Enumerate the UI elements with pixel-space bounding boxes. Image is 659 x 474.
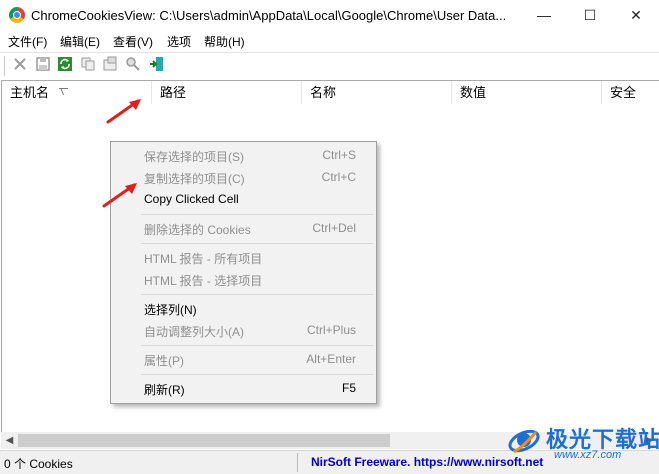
maximize-button[interactable]: ☐	[567, 0, 613, 30]
toolbar	[0, 52, 659, 79]
menu-help[interactable]: 帮助(H)	[204, 33, 245, 50]
menu-item-shortcut: F5	[341, 381, 356, 395]
menu-item-shortcut: Ctrl+C	[321, 170, 356, 184]
menu-item-label: 刷新(R)	[144, 383, 185, 397]
xz7-logo-icon	[508, 429, 540, 454]
menu-item-label: 属性(P)	[144, 354, 184, 368]
delete-icon[interactable]	[11, 56, 29, 74]
column-header-label: 主机名	[10, 85, 50, 100]
menu-separator	[141, 374, 373, 375]
menu-item-save-selected[interactable]: 保存选择的项目(S) Ctrl+S	[111, 144, 376, 166]
menu-item-label: HTML 报告 - 所有项目	[144, 252, 263, 266]
copy-icon[interactable]	[79, 56, 97, 74]
menu-item-refresh[interactable]: 刷新(R) F5	[111, 377, 376, 399]
column-header-label: 路径	[160, 85, 187, 100]
chrome-app-icon	[9, 7, 25, 23]
menu-item-label: 选择列(N)	[144, 303, 197, 317]
menu-item-auto-size-columns[interactable]: 自动调整列大小(A) Ctrl+Plus	[111, 319, 376, 341]
menu-bar: 文件(F) 编辑(E) 查看(V) 选项 帮助(H)	[0, 30, 659, 51]
menu-item-label: HTML 报告 - 选择项目	[144, 274, 263, 288]
menu-file[interactable]: 文件(F)	[8, 33, 47, 50]
menu-edit[interactable]: 编辑(E)	[60, 33, 100, 50]
menu-view[interactable]: 查看(V)	[113, 33, 153, 50]
window-title: ChromeCookiesView: C:\Users\admin\AppDat…	[31, 8, 507, 23]
menu-item-shortcut: Ctrl+Del	[312, 221, 356, 235]
exit-icon[interactable]	[148, 56, 166, 74]
menu-item-label: Copy Clicked Cell	[144, 192, 239, 206]
menu-item-copy-selected[interactable]: 复制选择的项目(C) Ctrl+C	[111, 166, 376, 188]
refresh-icon[interactable]	[56, 56, 74, 74]
save-icon[interactable]	[34, 56, 52, 74]
annotation-arrow-icon	[106, 99, 141, 124]
column-header-secure[interactable]: 安全	[602, 81, 659, 104]
menu-item-delete-cookies[interactable]: 删除选择的 Cookies Ctrl+Del	[111, 217, 376, 239]
menu-item-shortcut: Ctrl+S	[322, 148, 356, 162]
scroll-left-icon[interactable]: ◀	[1, 432, 18, 449]
minimize-button[interactable]: —	[521, 0, 567, 30]
menu-separator	[141, 214, 373, 215]
menu-separator	[141, 294, 373, 295]
watermark: 极光下载站 www.xz7.com	[506, 420, 659, 464]
column-header-value[interactable]: 数值	[452, 81, 602, 104]
menu-item-choose-columns[interactable]: 选择列(N)	[111, 297, 376, 319]
column-header-name[interactable]: 名称	[302, 81, 452, 104]
scroll-thumb[interactable]	[18, 434, 390, 447]
title-bar: ChromeCookiesView: C:\Users\admin\AppDat…	[0, 0, 659, 30]
menu-item-shortcut: Ctrl+Plus	[306, 323, 356, 337]
find-icon[interactable]	[124, 56, 142, 74]
column-header-label: 名称	[310, 85, 337, 100]
watermark-url: www.xz7.com	[554, 449, 622, 461]
column-header-label: 安全	[610, 85, 637, 100]
menu-item-copy-clicked-cell[interactable]: Copy Clicked Cell	[111, 188, 376, 210]
column-header-path[interactable]: 路径	[152, 81, 302, 104]
menu-item-shortcut: Alt+Enter	[306, 352, 356, 366]
menu-item-properties[interactable]: 属性(P) Alt+Enter	[111, 348, 376, 370]
properties-icon[interactable]	[101, 56, 119, 74]
menu-separator	[141, 345, 373, 346]
menu-item-html-report-all[interactable]: HTML 报告 - 所有项目	[111, 246, 376, 268]
menu-separator	[141, 243, 373, 244]
toolbar-grip	[4, 56, 8, 76]
menu-item-label: 自动调整列大小(A)	[144, 325, 244, 339]
menu-item-label: 删除选择的 Cookies	[144, 223, 251, 237]
menu-item-label: 保存选择的项目(S)	[144, 150, 244, 164]
column-header-label: 数值	[460, 85, 487, 100]
close-button[interactable]: ✕	[613, 0, 659, 30]
context-menu: 保存选择的项目(S) Ctrl+S 复制选择的项目(C) Ctrl+C Copy…	[110, 141, 377, 404]
annotation-arrow-icon	[102, 183, 137, 208]
cookie-count: 0 个 Cookies	[4, 457, 73, 471]
menu-item-label: 复制选择的项目(C)	[144, 172, 245, 186]
sort-arrow-icon	[59, 88, 68, 96]
menu-options[interactable]: 选项	[167, 33, 191, 50]
menu-item-html-report-selected[interactable]: HTML 报告 - 选择项目	[111, 268, 376, 290]
status-divider	[297, 453, 298, 472]
